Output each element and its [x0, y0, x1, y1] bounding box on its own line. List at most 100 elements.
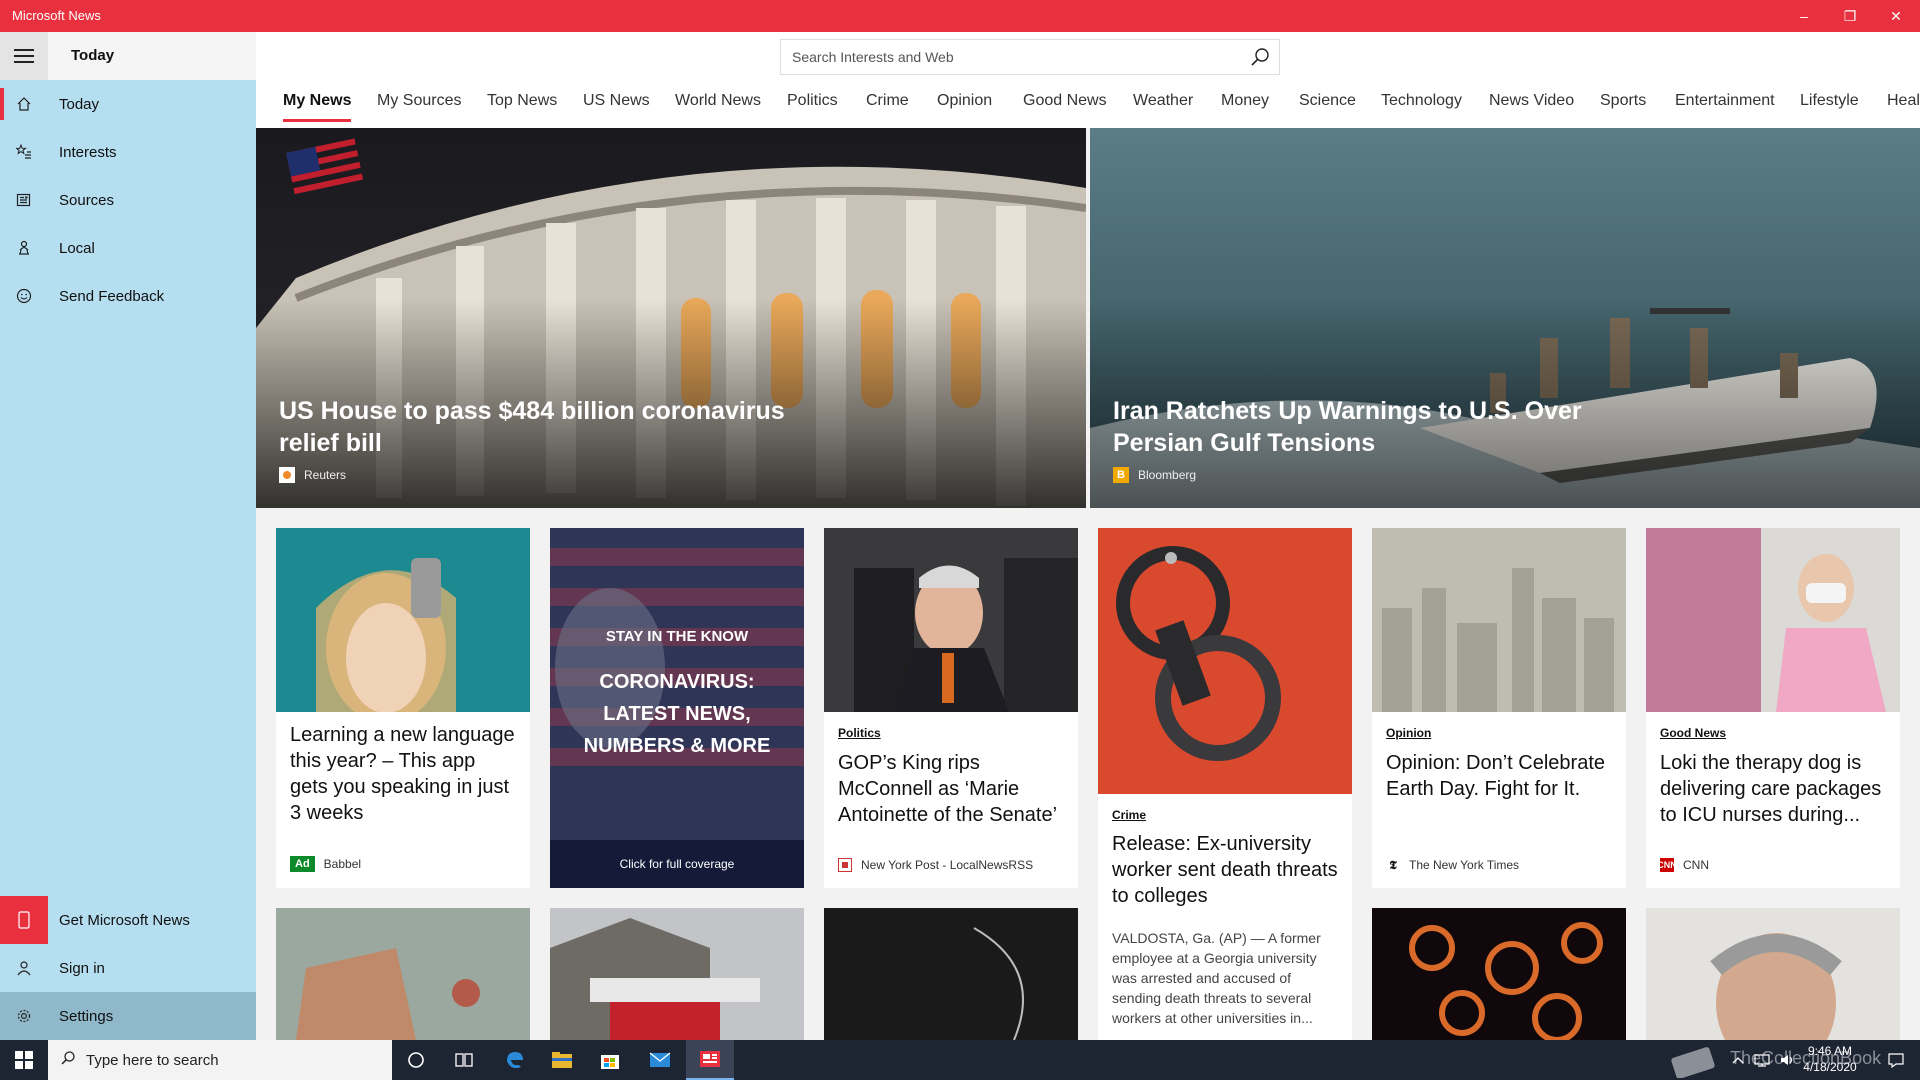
article-image	[1098, 528, 1352, 794]
sidebar-item-settings[interactable]: Settings	[0, 992, 256, 1040]
article-headline: Release: Ex-university worker sent death…	[1112, 833, 1338, 907]
smiley-icon	[0, 288, 48, 304]
article-image	[1646, 528, 1900, 712]
article-image-partial	[824, 908, 1078, 1040]
tab-sports[interactable]: Sports	[1600, 80, 1646, 128]
sidebar-item-get-microsoft-news[interactable]: Get Microsoft News	[0, 896, 256, 944]
file-explorer-icon[interactable]	[538, 1040, 586, 1080]
taskbar-search-box[interactable]	[48, 1040, 392, 1080]
category-tabs: My News My Sources Top News US News Worl…	[256, 80, 1920, 128]
search-input[interactable]	[781, 40, 1221, 74]
search-icon	[60, 1050, 76, 1071]
news-app-icon[interactable]	[686, 1040, 734, 1080]
sidebar-item-sign-in[interactable]: Sign in	[0, 944, 256, 992]
edge-browser-icon[interactable]	[490, 1040, 538, 1080]
sidebar-item-interests[interactable]: Interests	[0, 128, 256, 176]
sidebar-item-label: Send Feedback	[59, 287, 165, 305]
location-person-icon	[0, 240, 48, 256]
source-name: Bloomberg	[1138, 468, 1197, 482]
person-icon	[0, 960, 48, 976]
sidebar-item-label: Settings	[59, 1007, 114, 1025]
article-image-partial	[276, 908, 530, 1040]
full-coverage-link[interactable]: Click for full coverage	[550, 840, 804, 888]
network-icon[interactable]	[1750, 1040, 1774, 1080]
tab-health[interactable]: Healt	[1887, 80, 1920, 128]
article-category[interactable]: Good News	[1660, 726, 1726, 740]
article-image-partial	[1646, 908, 1900, 1040]
restore-button[interactable]: ❐	[1827, 0, 1873, 32]
hamburger-menu-icon[interactable]	[0, 32, 48, 80]
article-card[interactable]: Good News Loki the therapy dog is delive…	[1646, 528, 1900, 888]
article-image	[824, 528, 1078, 712]
sidebar-item-send-feedback[interactable]: Send Feedback	[0, 272, 256, 320]
article-card[interactable]: Politics GOP’s King rips McConnell as ‘M…	[824, 528, 1078, 888]
window-title: Microsoft News	[12, 8, 101, 23]
hero-headline: Iran Ratchets Up Warnings to U.S. Over P…	[1113, 397, 1582, 457]
sidebar-item-label: Sources	[59, 191, 115, 209]
article-card[interactable]: Opinion Opinion: Don’t Celebrate Earth D…	[1372, 528, 1626, 888]
article-source: Ad Babbel	[290, 856, 361, 872]
system-clock[interactable]: 9:46 AM 4/18/2020	[1790, 1043, 1870, 1075]
store-icon[interactable]	[586, 1040, 634, 1080]
windows-start-icon[interactable]	[0, 1040, 48, 1080]
home-icon	[0, 96, 48, 112]
article-category[interactable]: Politics	[838, 726, 881, 740]
tab-news-video[interactable]: News Video	[1489, 80, 1574, 128]
tab-opinion[interactable]: Opinion	[937, 80, 992, 128]
coverage-headline: CORONAVIRUS: LATEST NEWS, NUMBERS & MORE	[583, 671, 771, 757]
close-button[interactable]: ✕	[1873, 0, 1919, 32]
show-hidden-icons-chevron-icon[interactable]	[1728, 1040, 1748, 1080]
tab-lifestyle[interactable]: Lifestyle	[1800, 80, 1859, 128]
tab-my-news[interactable]: My News	[283, 80, 352, 128]
tab-technology[interactable]: Technology	[1381, 80, 1462, 128]
search-icon[interactable]	[1249, 46, 1271, 73]
tab-entertainment[interactable]: Entertainment	[1675, 80, 1775, 128]
article-source: CNN CNN	[1657, 858, 1709, 872]
tab-us-news[interactable]: US News	[583, 80, 650, 128]
sidebar-item-label: Interests	[59, 143, 117, 161]
taskbar-search-input[interactable]	[86, 1051, 386, 1069]
news-feed: US House to pass $484 billion coronaviru…	[256, 128, 1920, 1040]
article-headline: Loki the therapy dog is delivering care …	[1660, 752, 1882, 826]
search-box[interactable]	[780, 39, 1280, 75]
article-category[interactable]: Opinion	[1386, 726, 1431, 740]
coverage-kicker: STAY IN THE KNOW	[605, 628, 749, 645]
clock-time: 9:46 AM	[1807, 1044, 1853, 1058]
tab-world-news[interactable]: World News	[675, 80, 761, 128]
tab-science[interactable]: Science	[1299, 80, 1356, 128]
coverage-card[interactable]: STAY IN THE KNOW CORONAVIRUS: LATEST NEW…	[550, 528, 804, 888]
tab-politics[interactable]: Politics	[787, 80, 838, 128]
task-view-icon[interactable]	[440, 1040, 488, 1080]
bloomberg-logo-icon: B	[1113, 467, 1129, 483]
hero-source: B Bloomberg	[1113, 467, 1196, 483]
tab-money[interactable]: Money	[1221, 80, 1269, 128]
tab-weather[interactable]: Weather	[1133, 80, 1193, 128]
hero-article[interactable]: Iran Ratchets Up Warnings to U.S. Over P…	[1090, 128, 1920, 508]
tab-top-news[interactable]: Top News	[487, 80, 557, 128]
sidebar-header: Today	[0, 32, 256, 80]
mail-icon[interactable]	[636, 1040, 684, 1080]
minimize-button[interactable]: –	[1781, 0, 1827, 32]
source-name: Reuters	[304, 468, 347, 482]
article-category[interactable]: Crime	[1112, 808, 1146, 822]
nyt-logo-icon: 𝕿	[1389, 857, 1397, 872]
sidebar-item-sources[interactable]: Sources	[0, 176, 256, 224]
phone-icon	[0, 896, 48, 944]
article-image-partial	[1372, 908, 1626, 1040]
sidebar-item-today[interactable]: Today	[0, 80, 256, 128]
article-card[interactable]: Crime Release: Ex-university worker sent…	[1098, 528, 1352, 1040]
newspaper-icon	[0, 192, 48, 208]
reuters-logo-icon	[279, 467, 295, 483]
tab-good-news[interactable]: Good News	[1023, 80, 1107, 128]
article-card[interactable]: Learning a new language this year? – Thi…	[276, 528, 530, 888]
gear-icon	[0, 1008, 48, 1024]
sidebar-item-label: Today	[59, 95, 100, 113]
sidebar-item-label: Sign in	[59, 959, 105, 977]
tab-my-sources[interactable]: My Sources	[377, 80, 461, 128]
notification-center-icon[interactable]	[1872, 1040, 1920, 1080]
cortana-icon[interactable]	[392, 1040, 440, 1080]
sidebar-item-local[interactable]: Local	[0, 224, 256, 272]
hero-article[interactable]: US House to pass $484 billion coronaviru…	[256, 128, 1086, 508]
tab-crime[interactable]: Crime	[866, 80, 909, 128]
article-headline: GOP’s King rips McConnell as ‘Marie Anto…	[838, 752, 1058, 826]
